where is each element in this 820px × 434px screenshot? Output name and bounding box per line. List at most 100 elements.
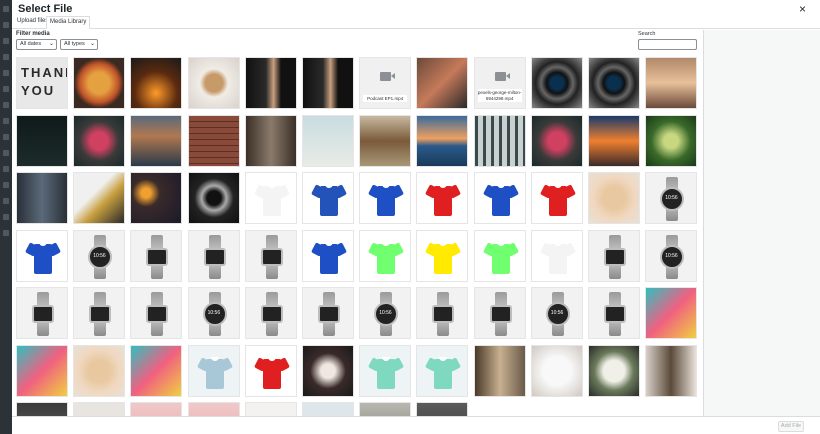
media-tile-smartwatch[interactable] bbox=[473, 287, 526, 339]
media-tile-tshirt[interactable] bbox=[187, 344, 240, 397]
media-tile-image[interactable] bbox=[130, 172, 183, 224]
video-file-icon bbox=[380, 72, 396, 81]
media-tile-image[interactable] bbox=[588, 114, 640, 167]
media-tile-tshirt[interactable] bbox=[473, 229, 526, 282]
media-tile-video[interactable]: Podcast EP1.mp4 bbox=[359, 57, 412, 109]
media-tile-image[interactable] bbox=[416, 114, 469, 167]
media-tile-tshirt[interactable] bbox=[244, 172, 297, 224]
media-tile-smartwatch[interactable] bbox=[73, 287, 126, 339]
media-tile-tshirt[interactable] bbox=[302, 172, 354, 224]
media-tile-watch[interactable] bbox=[645, 172, 698, 224]
media-tile-image[interactable] bbox=[130, 344, 183, 397]
media-tile-tshirt[interactable] bbox=[416, 344, 469, 397]
media-tile-image[interactable] bbox=[187, 172, 240, 224]
modal-toolbar: Add File bbox=[12, 416, 820, 434]
media-tile-image[interactable] bbox=[130, 57, 183, 109]
media-tile-image[interactable] bbox=[16, 114, 68, 167]
media-tile-image[interactable] bbox=[187, 114, 240, 167]
media-tile-image[interactable] bbox=[130, 114, 183, 167]
media-tile-image[interactable] bbox=[588, 57, 640, 109]
media-tile-image[interactable] bbox=[302, 344, 354, 397]
media-tile-watch[interactable] bbox=[645, 229, 698, 282]
add-file-button[interactable]: Add File bbox=[778, 421, 804, 432]
media-tile-tshirt[interactable] bbox=[416, 172, 469, 224]
media-tile-image[interactable] bbox=[302, 114, 354, 167]
media-tile-image[interactable] bbox=[359, 114, 412, 167]
media-tile-image[interactable] bbox=[187, 57, 240, 109]
media-tile-tshirt[interactable] bbox=[359, 229, 412, 282]
media-tile-image[interactable]: THANKYOU bbox=[16, 57, 68, 109]
media-tile-image[interactable] bbox=[645, 344, 698, 397]
media-tile-image[interactable] bbox=[530, 57, 583, 109]
media-tile-image[interactable] bbox=[645, 287, 698, 339]
media-tile-image[interactable] bbox=[73, 114, 126, 167]
media-tile-image[interactable] bbox=[473, 114, 526, 167]
media-tile-image[interactable] bbox=[244, 114, 297, 167]
media-tile-video[interactable]: pexels-george-milton-6944298.mp4 bbox=[473, 57, 526, 109]
media-tile-smartwatch[interactable] bbox=[588, 287, 640, 339]
search-input[interactable] bbox=[638, 39, 697, 50]
media-tile-smartwatch[interactable] bbox=[244, 287, 297, 339]
media-tile-watch[interactable] bbox=[187, 287, 240, 339]
tshirt-image bbox=[368, 355, 405, 389]
media-tile-image[interactable] bbox=[244, 57, 297, 109]
media-tile-tshirt[interactable] bbox=[530, 229, 583, 282]
search-label: Search bbox=[638, 31, 656, 37]
media-tile-image[interactable] bbox=[645, 114, 698, 167]
smartwatch-image bbox=[203, 234, 227, 279]
media-tile-image[interactable] bbox=[16, 402, 68, 416]
tshirt-image bbox=[539, 240, 576, 274]
media-tile-image[interactable] bbox=[473, 344, 526, 397]
media-tile-smartwatch[interactable] bbox=[416, 287, 469, 339]
media-tile-image[interactable] bbox=[130, 402, 183, 416]
media-tile-tshirt[interactable] bbox=[359, 344, 412, 397]
media-tile-image[interactable] bbox=[588, 172, 640, 224]
media-tile-watch[interactable] bbox=[73, 229, 126, 282]
media-tile-tshirt[interactable] bbox=[530, 172, 583, 224]
media-tile-smartwatch[interactable] bbox=[130, 229, 183, 282]
media-tile-tshirt[interactable] bbox=[16, 229, 68, 282]
media-tile-tshirt[interactable] bbox=[359, 172, 412, 224]
media-tile-watch[interactable] bbox=[530, 287, 583, 339]
media-tile-image[interactable] bbox=[530, 114, 583, 167]
media-tile-image[interactable] bbox=[416, 57, 469, 109]
media-tile-image[interactable] bbox=[187, 402, 240, 416]
tab-media-library[interactable]: Media Library bbox=[46, 16, 91, 29]
media-tile-image[interactable] bbox=[302, 402, 354, 416]
type-filter-value: All types bbox=[64, 41, 85, 47]
type-filter-select[interactable]: All types ⌄ bbox=[60, 39, 98, 50]
tshirt-image bbox=[25, 240, 61, 274]
watch-image bbox=[545, 292, 570, 336]
media-tile-image[interactable] bbox=[16, 344, 68, 397]
smartwatch-image bbox=[431, 292, 455, 336]
media-tile-image[interactable] bbox=[530, 344, 583, 397]
media-tile-image[interactable] bbox=[645, 57, 698, 109]
media-tile-image[interactable] bbox=[73, 344, 126, 397]
media-tile-image[interactable] bbox=[73, 402, 126, 416]
media-tile-image[interactable] bbox=[359, 402, 412, 416]
attachment-details-sidebar bbox=[703, 30, 820, 416]
media-tile-watch[interactable] bbox=[359, 287, 412, 339]
media-tile-image[interactable] bbox=[244, 402, 297, 416]
media-tile-smartwatch[interactable] bbox=[588, 229, 640, 282]
media-tile-image[interactable] bbox=[588, 344, 640, 397]
media-tile-smartwatch[interactable] bbox=[16, 287, 68, 339]
media-tile-image[interactable] bbox=[73, 172, 126, 224]
media-tile-tshirt[interactable] bbox=[416, 229, 469, 282]
media-tile-tshirt[interactable] bbox=[473, 172, 526, 224]
media-tile-smartwatch[interactable] bbox=[244, 229, 297, 282]
media-filename: Podcast EP1.mp4 bbox=[363, 94, 408, 102]
media-tile-image[interactable] bbox=[73, 57, 126, 109]
media-tile-image[interactable] bbox=[302, 57, 354, 109]
tshirt-image bbox=[425, 240, 462, 274]
media-tile-image[interactable] bbox=[416, 402, 469, 416]
tshirt-image bbox=[253, 182, 290, 216]
media-tile-tshirt[interactable] bbox=[302, 229, 354, 282]
media-tile-tshirt[interactable] bbox=[244, 344, 297, 397]
media-tile-smartwatch[interactable] bbox=[302, 287, 354, 339]
date-filter-select[interactable]: All dates ⌄ bbox=[16, 39, 57, 50]
watch-image bbox=[660, 234, 685, 279]
media-tile-smartwatch[interactable] bbox=[130, 287, 183, 339]
media-tile-smartwatch[interactable] bbox=[187, 229, 240, 282]
media-tile-image[interactable] bbox=[16, 172, 68, 224]
